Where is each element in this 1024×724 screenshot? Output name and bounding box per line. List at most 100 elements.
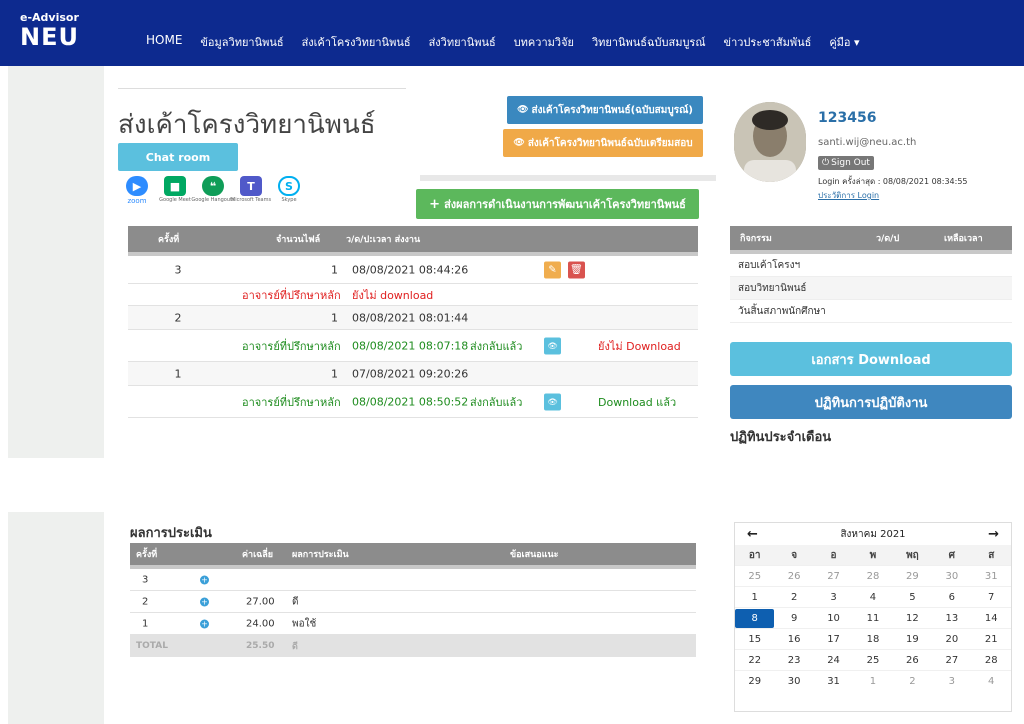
calendar-day[interactable]: 12	[893, 609, 932, 628]
calendar-day[interactable]: 18	[853, 630, 892, 649]
nav-item-thesis-submit[interactable]: ส่งวิทยานิพนธ์	[429, 33, 496, 49]
google-meet-app[interactable]: ■ Google Meet	[159, 176, 191, 203]
calendar-day[interactable]: 3	[932, 672, 971, 691]
calendar-day[interactable]: 19	[893, 630, 932, 649]
calendar-day[interactable]: 29	[893, 567, 932, 586]
calendar-day[interactable]: 9	[774, 609, 813, 628]
expand-icon[interactable]: +	[200, 619, 209, 628]
calendar-day[interactable]: 7	[972, 588, 1011, 607]
cell-average: 27.00	[246, 596, 275, 607]
calendar-day[interactable]: 4	[972, 672, 1011, 691]
calendar-day[interactable]: 29	[735, 672, 774, 691]
nav-item-manual[interactable]: คู่มือ ▾	[829, 33, 859, 49]
table-row: 1 + 24.00 พอใช้	[130, 613, 696, 635]
calendar-day[interactable]: 25	[853, 651, 892, 670]
table-row-feedback: อาจารย์ที่ปรึกษาหลัก 08/08/2021 08:07:18…	[128, 330, 698, 362]
calendar-day[interactable]: 28	[972, 651, 1011, 670]
calendar-day[interactable]: 26	[893, 651, 932, 670]
calendar-day[interactable]: 27	[932, 651, 971, 670]
edit-button[interactable]: ✎	[544, 261, 561, 278]
calendar-day[interactable]: 27	[814, 567, 853, 586]
weekday-label: ศ	[948, 549, 955, 561]
calendar-day[interactable]: 30	[932, 567, 971, 586]
chatroom-button[interactable]: Chat room	[118, 143, 238, 171]
documents-download-button[interactable]: เอกสาร Download	[730, 342, 1012, 376]
calendar-day[interactable]: 30	[774, 672, 813, 691]
expand-icon[interactable]: +	[200, 575, 209, 584]
eye-icon: 👁	[547, 341, 558, 350]
view-button[interactable]: 👁	[544, 337, 561, 354]
nav-item-full-thesis[interactable]: วิทยานิพนธ์ฉบับสมบูรณ์	[592, 33, 706, 49]
calendar-day[interactable]: 2	[893, 672, 932, 691]
expand-icon[interactable]: +	[200, 597, 209, 606]
nav-item-proposal[interactable]: ส่งเค้าโครงวิทยานิพนธ์	[302, 33, 411, 49]
calendar-day[interactable]: 17	[814, 630, 853, 649]
nav-item-thesis-info[interactable]: ข้อมูลวิทยานิพนธ์	[200, 33, 283, 49]
submit-progress-button[interactable]: + ส่งผลการดำเนินงานการพัฒนาเค้าโครงวิทยา…	[416, 189, 699, 219]
cell-feedback: 08/08/2021 08:07:18	[352, 339, 469, 352]
zoom-app[interactable]: ▶ zoom	[122, 176, 152, 205]
title-rule	[118, 88, 406, 89]
calendar-day[interactable]: 31	[972, 567, 1011, 586]
calendar-day[interactable]: 10	[814, 609, 853, 628]
calendar-day[interactable]: 8	[735, 608, 775, 628]
teams-app[interactable]: T Microsoft Teams	[231, 176, 271, 203]
calendar-day[interactable]: 5	[893, 588, 932, 607]
calendar-day[interactable]: 13	[932, 609, 971, 628]
brand-logo[interactable]: e-Advisor NEU	[20, 12, 90, 54]
calendar-day[interactable]: 21	[972, 630, 1011, 649]
cell-advisor: อาจารย์ที่ปรึกษาหลัก	[242, 339, 341, 353]
next-month-icon[interactable]: →	[988, 527, 999, 542]
calendar-day[interactable]: 26	[774, 567, 813, 586]
calendar-week: 1234567	[735, 586, 1011, 607]
cell-round: 1	[142, 618, 149, 629]
skype-app[interactable]: S Skype	[274, 176, 304, 203]
calendar-day[interactable]: 4	[853, 588, 892, 607]
calendar-day[interactable]: 22	[735, 651, 774, 670]
nav-item-home[interactable]: HOME	[146, 33, 182, 49]
hangouts-icon: ❝	[202, 176, 224, 196]
view-button[interactable]: 👁	[544, 393, 561, 410]
sign-out-button[interactable]: ⏻ Sign Out	[818, 156, 874, 170]
divider	[420, 175, 716, 181]
nav-item-news[interactable]: ข่าวประชาสัมพันธ์	[724, 33, 812, 49]
work-calendar-button[interactable]: ปฏิทินการปฏิบัติงาน	[730, 385, 1012, 419]
nav-menu: HOME ข้อมูลวิทยานิพนธ์ ส่งเค้าโครงวิทยาน…	[146, 33, 878, 49]
zoom-caption: zoom	[127, 197, 147, 205]
calendar-day[interactable]: 6	[932, 588, 971, 607]
submit-exam-proposal-button[interactable]: 👁 ส่งเค้าโครงวิทยานิพนธ์ฉบับเตรียมสอบ	[503, 129, 703, 157]
calendar-day[interactable]: 25	[735, 567, 774, 586]
table-row-feedback: อาจารย์ที่ปรึกษาหลัก 08/08/2021 08:50:52…	[128, 386, 698, 418]
calendar-day[interactable]: 2	[774, 588, 813, 607]
activity-item: สอบวิทยานิพนธ์	[730, 277, 1012, 300]
calendar-day[interactable]: 31	[814, 672, 853, 691]
calendar-day[interactable]: 1	[735, 588, 774, 607]
prev-month-icon[interactable]: ←	[747, 527, 758, 542]
calendar-day[interactable]: 14	[972, 609, 1011, 628]
calendar-day[interactable]: 24	[814, 651, 853, 670]
eye-icon: 👁	[517, 105, 529, 115]
hangouts-app[interactable]: ❝ Google Hangouts	[191, 176, 235, 203]
calendar-day[interactable]: 11	[853, 609, 892, 628]
table-row: 2 1 08/08/2021 08:01:44	[128, 306, 698, 330]
calendar-day[interactable]: 23	[774, 651, 813, 670]
skype-caption: Skype	[281, 197, 297, 203]
header-files: จำนวนไฟล์	[276, 235, 321, 245]
activity-table: กิจกรรม ว/ด/ป เหลือเวลา สอบเค้าโครงฯ สอบ…	[730, 226, 1012, 323]
cell-status: ส่งกลับแล้ว	[470, 339, 523, 353]
calendar-day[interactable]: 15	[735, 630, 774, 649]
plus-icon: +	[429, 196, 441, 212]
delete-button[interactable]: 🗑	[568, 261, 585, 278]
nav-item-research-article[interactable]: บทความวิจัย	[514, 33, 574, 49]
calendar-day[interactable]: 3	[814, 588, 853, 607]
teams-icon: T	[240, 176, 262, 196]
weekday-label: จ	[791, 549, 798, 561]
calendar-day[interactable]: 28	[853, 567, 892, 586]
calendar-day[interactable]: 16	[774, 630, 813, 649]
header-suggestion: ข้อเสนอแนะ	[510, 550, 559, 560]
calendar-day[interactable]: 20	[932, 630, 971, 649]
header-round: ครั้งที่	[158, 235, 180, 245]
login-history-link[interactable]: ประวัติการ Login	[818, 189, 879, 202]
calendar-day[interactable]: 1	[853, 672, 892, 691]
submit-full-proposal-button[interactable]: 👁 ส่งเค้าโครงวิทยานิพนธ์(ฉบับสมบูรณ์)	[507, 96, 703, 124]
